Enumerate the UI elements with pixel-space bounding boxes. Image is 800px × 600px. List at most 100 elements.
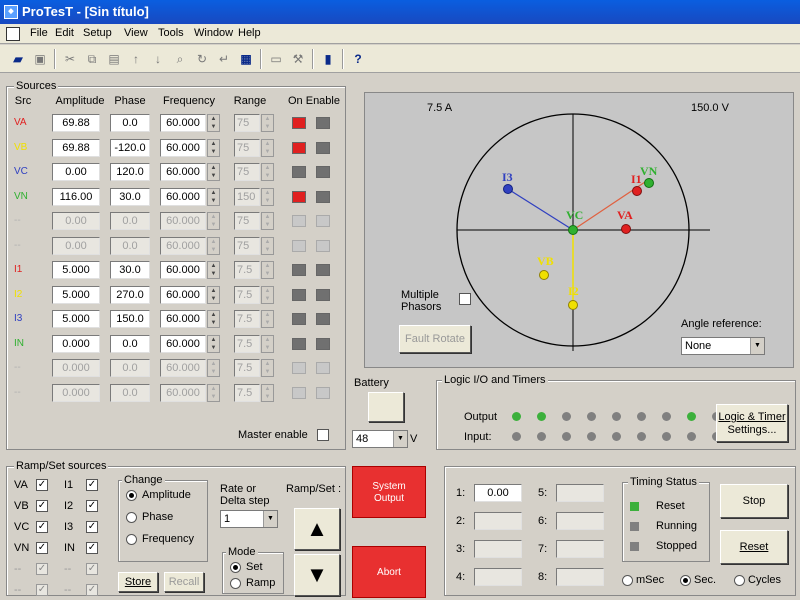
frequency-spinner[interactable]: ▲ ▼ [207,310,220,328]
range-input[interactable]: 75 [234,163,260,181]
range-input[interactable]: 7.5 [234,359,260,377]
ramp-source-checkbox[interactable]: ✓ [86,500,98,512]
enable-indicator[interactable] [316,362,330,374]
frequency-spinner[interactable]: ▲ ▼ [207,163,220,181]
context-help-icon[interactable]: ? [348,49,368,69]
cut-icon[interactable]: ✂ [60,49,80,69]
menu-view[interactable]: View [124,27,148,39]
range-input[interactable]: 75 [234,212,260,230]
on-indicator[interactable] [292,313,306,325]
phase-input[interactable]: -120.0 [110,139,150,157]
timer-value[interactable]: 0.00 [474,484,522,502]
monitor-icon[interactable]: ▭ [266,49,286,69]
refresh-icon[interactable]: ↻ [192,49,212,69]
tools-icon[interactable]: ⚒ [288,49,308,69]
range-spinner[interactable]: ▲ ▼ [261,310,274,328]
units-cycles-radio[interactable] [734,575,745,586]
amplitude-input[interactable]: 5.000 [52,286,100,304]
ramp-source-checkbox[interactable]: ✓ [36,521,48,533]
stop-button[interactable]: Stop [720,484,788,518]
reset-button[interactable]: Reset [720,530,788,564]
phase-input[interactable]: 0.0 [110,212,150,230]
on-indicator[interactable] [292,191,306,203]
phase-input[interactable]: 0.0 [110,384,150,402]
enable-indicator[interactable] [316,166,330,178]
frequency-spinner[interactable]: ▲ ▼ [207,335,220,353]
amplitude-input[interactable]: 0.00 [52,237,100,255]
amplitude-input[interactable]: 5.000 [52,261,100,279]
units-msec-radio[interactable] [622,575,633,586]
units-sec-radio[interactable] [680,575,691,586]
enable-indicator[interactable] [316,289,330,301]
find-icon[interactable]: ⌕ [170,49,190,69]
phase-input[interactable]: 0.0 [110,114,150,132]
frequency-spinner[interactable]: ▲ ▼ [207,212,220,230]
range-input[interactable]: 75 [234,237,260,255]
on-indicator[interactable] [292,240,306,252]
master-enable-checkbox[interactable] [317,429,329,441]
range-input[interactable]: 7.5 [234,286,260,304]
open-icon[interactable]: ▰ [8,49,28,69]
phase-input[interactable]: 270.0 [110,286,150,304]
amplitude-input[interactable]: 0.00 [52,212,100,230]
frequency-input[interactable]: 60.000 [160,359,206,377]
change-amplitude-radio[interactable] [126,490,137,501]
range-input[interactable]: 7.5 [234,384,260,402]
change-phase-radio[interactable] [126,512,137,523]
move-down-icon[interactable]: ↓ [148,49,168,69]
enable-indicator[interactable] [316,240,330,252]
on-indicator[interactable] [292,142,306,154]
logic-timer-settings-button[interactable]: Logic & Timer Settings... [716,404,788,442]
menu-help[interactable]: Help [238,27,261,39]
frequency-input[interactable]: 60.000 [160,237,206,255]
frequency-input[interactable]: 60.000 [160,212,206,230]
enable-indicator[interactable] [316,387,330,399]
on-indicator[interactable] [292,338,306,350]
range-input[interactable]: 7.5 [234,261,260,279]
ramp-up-button[interactable]: ▲ [294,508,340,550]
on-indicator[interactable] [292,166,306,178]
ramp-source-checkbox[interactable]: ✓ [36,542,48,554]
ramp-source-checkbox[interactable]: ✓ [86,542,98,554]
on-indicator[interactable] [292,215,306,227]
phase-input[interactable]: 120.0 [110,163,150,181]
frequency-input[interactable]: 60.000 [160,384,206,402]
save-icon[interactable]: ▣ [30,49,50,69]
frequency-spinner[interactable]: ▲ ▼ [207,261,220,279]
phase-input[interactable]: 30.0 [110,261,150,279]
menu-edit[interactable]: Edit [55,27,74,39]
range-spinner[interactable]: ▲ ▼ [261,163,274,181]
range-input[interactable]: 75 [234,139,260,157]
range-spinner[interactable]: ▲ ▼ [261,237,274,255]
enable-indicator[interactable] [316,313,330,325]
range-spinner[interactable]: ▲ ▼ [261,286,274,304]
range-spinner[interactable]: ▲ ▼ [261,359,274,377]
ramp-source-checkbox[interactable]: ✓ [36,584,48,596]
ramp-source-checkbox[interactable]: ✓ [36,479,48,491]
step-icon[interactable]: ↵ [214,49,234,69]
ramp-source-checkbox[interactable]: ✓ [86,563,98,575]
phase-input[interactable]: 0.0 [110,237,150,255]
range-input[interactable]: 75 [234,114,260,132]
on-indicator[interactable] [292,264,306,276]
frequency-input[interactable]: 60.000 [160,139,206,157]
frequency-input[interactable]: 60.000 [160,163,206,181]
angle-reference-select[interactable]: None ▼ [681,337,765,355]
mode-ramp-radio[interactable] [230,578,241,589]
frequency-input[interactable]: 60.000 [160,261,206,279]
frequency-input[interactable]: 60.000 [160,335,206,353]
on-indicator[interactable] [292,117,306,129]
mode-set-radio[interactable] [230,562,241,573]
frequency-input[interactable]: 60.000 [160,114,206,132]
enable-indicator[interactable] [316,142,330,154]
amplitude-input[interactable]: 0.000 [52,335,100,353]
amplitude-input[interactable]: 69.88 [52,114,100,132]
frequency-input[interactable]: 60.000 [160,310,206,328]
ramp-source-checkbox[interactable]: ✓ [86,584,98,596]
ramp-source-checkbox[interactable]: ✓ [86,521,98,533]
paste-icon[interactable]: ▤ [104,49,124,69]
menu-setup[interactable]: Setup [83,27,112,39]
frequency-input[interactable]: 60.000 [160,286,206,304]
frequency-spinner[interactable]: ▲ ▼ [207,188,220,206]
range-spinner[interactable]: ▲ ▼ [261,139,274,157]
